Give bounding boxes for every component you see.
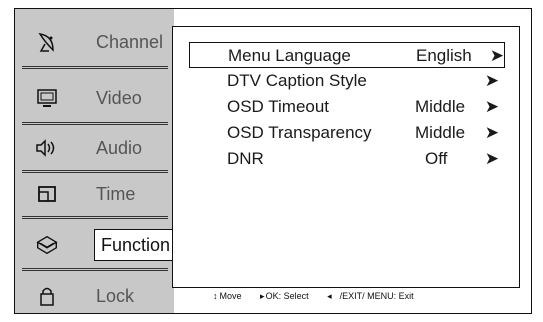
sidebar-item-label: Channel (96, 31, 164, 52)
sidebar-divider (22, 66, 168, 69)
menu-row-dnr[interactable]: DNR Off ➤ (189, 146, 505, 172)
arrow-right-icon: ➤ (484, 71, 499, 90)
left-arrow-icon: ◂ (327, 291, 332, 301)
arrow-right-icon: ➤ (484, 149, 499, 168)
arrow-right-icon: ➤ (484, 123, 499, 142)
function-box-icon (34, 232, 60, 258)
speaker-icon (34, 135, 60, 161)
padlock-icon (34, 283, 60, 309)
arrow-right-icon: ➤ (484, 97, 499, 116)
sidebar-item-label: Function (94, 229, 176, 261)
menu-row-value: Middle (415, 97, 466, 116)
hint-move: ↕ Move (213, 291, 242, 301)
menu-row-value: Middle (415, 123, 466, 142)
menu-row-menu-language[interactable]: Menu Language English ➤ (189, 42, 505, 68)
hint-exit: ◂/EXIT/ MENU: Exit (327, 291, 414, 301)
hint-ok: ▸OK: Select (260, 291, 309, 301)
menu-row-label: OSD Transparency (227, 123, 372, 142)
navigation-hint-bar: ↕ Move ▸OK: Select ◂/EXIT/ MENU: Exit (213, 291, 430, 302)
arrow-right-icon: ➤ (489, 46, 504, 65)
menu-row-osd-timeout[interactable]: OSD Timeout Middle ➤ (189, 94, 505, 120)
satellite-dish-icon (34, 29, 60, 55)
sidebar-divider (22, 122, 168, 125)
menu-row-label: OSD Timeout (227, 97, 330, 116)
menu-row-value: English (416, 46, 472, 65)
sidebar-item-label: Video (96, 87, 142, 108)
sidebar-item-label: Time (96, 183, 136, 204)
sidebar-divider (22, 216, 168, 219)
monitor-icon (34, 85, 60, 111)
clock-icon (34, 181, 60, 207)
sidebar-divider (22, 170, 168, 173)
sidebar-item-video[interactable]: Video (14, 78, 174, 118)
menu-row-label: Menu Language (228, 46, 351, 65)
sidebar-item-function[interactable]: Function (14, 225, 176, 265)
up-down-arrow-icon: ↕ (213, 291, 218, 301)
sidebar-divider (22, 268, 168, 271)
menu-row-dtv-caption-style[interactable]: DTV Caption Style ➤ (189, 68, 505, 94)
sidebar-item-time[interactable]: Time (14, 174, 174, 214)
sidebar-item-label: Lock (96, 285, 135, 306)
sidebar-item-label: Audio (96, 137, 143, 158)
sidebar-item-channel[interactable]: Channel (14, 22, 174, 62)
menu-row-label: DTV Caption Style (227, 71, 367, 90)
function-menu-panel: Menu Language English ➤ DTV Caption Styl… (172, 26, 520, 301)
menu-row-osd-transparency[interactable]: OSD Transparency Middle ➤ (189, 120, 505, 146)
sidebar-item-lock[interactable]: Lock (14, 276, 174, 316)
right-arrow-icon: ▸ (260, 291, 265, 301)
menu-row-label: DNR (227, 149, 264, 168)
menu-row-value: Off (425, 149, 448, 168)
sidebar-item-audio[interactable]: Audio (14, 128, 174, 168)
